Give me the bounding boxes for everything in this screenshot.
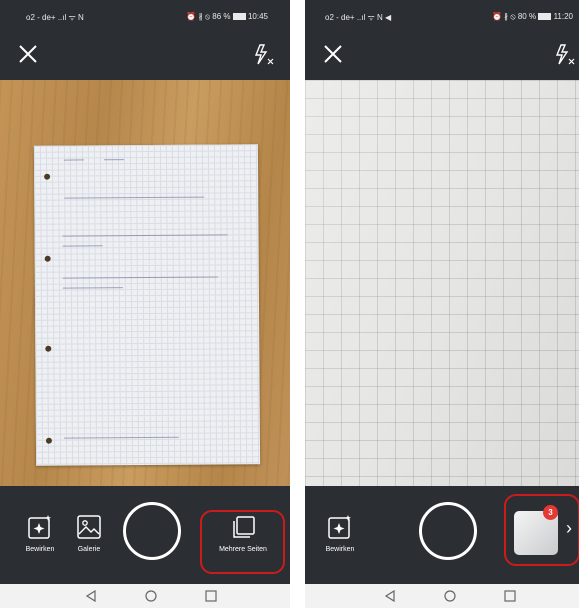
camera-top-bar	[0, 32, 290, 80]
flash-off-button[interactable]	[250, 42, 276, 68]
document-paper	[33, 144, 261, 466]
status-bar: o2 - de+ ..ıl ᯤ N ⏰ ∦ ⦸ 86 % 10:45	[0, 0, 290, 32]
phone-screen-left: o2 - de+ ..ıl ᯤ N ⏰ ∦ ⦸ 86 % 10:45 Bewir…	[0, 0, 290, 608]
punch-hole	[44, 173, 51, 180]
gallery-button[interactable]: Galerie	[64, 514, 114, 553]
clock: 11:20	[553, 12, 573, 21]
phone-screen-right: o2 - de+ ..ıl ᯤ N ◀ ⏰ ∦ ⦸ 80 % 11:20 Bew…	[305, 0, 579, 608]
recents-icon[interactable]	[204, 589, 218, 603]
enhance-button[interactable]: Bewirken	[15, 514, 65, 553]
camera-viewfinder[interactable]	[0, 80, 290, 486]
handwriting-stroke	[62, 287, 123, 289]
punch-hole	[45, 345, 52, 352]
multi-page-label: Mehrere Seiten	[219, 546, 267, 553]
handwriting-stroke	[103, 159, 124, 161]
shutter-button[interactable]	[123, 502, 181, 560]
carrier-label: o2 - de+	[26, 13, 56, 22]
signal-wifi-icons: ..ıl ᯤ N ◀	[356, 13, 392, 22]
enhance-label: Bewirken	[325, 546, 355, 553]
handwriting-stroke	[64, 196, 205, 199]
camera-top-bar	[305, 32, 579, 80]
image-icon	[77, 515, 101, 539]
close-icon	[324, 45, 342, 63]
back-icon[interactable]	[84, 589, 98, 603]
close-icon	[19, 45, 37, 63]
sparkle-icon	[328, 515, 351, 539]
chevron-right-icon[interactable]: ›	[566, 518, 572, 539]
enhance-button[interactable]: Bewirken	[315, 514, 365, 553]
battery-percent: 86 %	[212, 12, 231, 21]
home-icon[interactable]	[144, 589, 158, 603]
status-right: ⏰ ∦ ⦸ 86 % 10:45	[186, 12, 268, 22]
battery-icon	[232, 13, 246, 21]
page-count-badge: 3	[543, 505, 558, 520]
status-bar: o2 - de+ ..ıl ᯤ N ◀ ⏰ ∦ ⦸ 80 % 11:20	[305, 0, 579, 32]
clock: 10:45	[247, 12, 268, 21]
handwriting-stroke	[62, 234, 228, 237]
gallery-label: Galerie	[77, 546, 101, 553]
recents-icon[interactable]	[503, 589, 517, 603]
enhance-label: Bewirken	[25, 546, 55, 553]
handwriting-stroke	[63, 159, 84, 161]
home-icon[interactable]	[443, 589, 457, 603]
shutter-button[interactable]	[419, 502, 477, 560]
flash-off-icon	[254, 44, 274, 65]
pages-stack-icon	[233, 516, 255, 538]
status-left: o2 - de+ ..ıl ᯤ N ◀	[325, 12, 391, 23]
carrier-label: o2 - de+	[325, 13, 355, 22]
flash-off-icon	[555, 44, 575, 65]
close-button[interactable]	[16, 42, 40, 66]
camera-bottom-bar: Bewirken Galerie Mehrere Seiten	[0, 486, 290, 584]
camera-bottom-bar: Bewirken 3 ›	[305, 486, 579, 584]
flash-off-button[interactable]	[551, 42, 577, 68]
battery-icon	[538, 13, 552, 21]
android-nav-bar	[0, 584, 290, 608]
lighting-shade	[305, 80, 579, 486]
android-nav-bar	[305, 584, 579, 608]
status-right: ⏰ ∦ ⦸ 80 % 11:20	[492, 12, 573, 22]
camera-viewfinder[interactable]	[305, 80, 579, 486]
battery-percent: 80 %	[517, 12, 537, 21]
back-icon[interactable]	[383, 589, 397, 603]
multi-page-button[interactable]: Mehrere Seiten	[210, 514, 276, 553]
punch-hole	[45, 437, 52, 444]
status-icons: ⏰ ∦ ⦸	[492, 12, 516, 21]
status-icons: ⏰ ∦ ⦸	[186, 12, 211, 21]
handwriting-stroke	[62, 276, 218, 279]
sparkle-icon	[28, 515, 51, 539]
punch-hole	[44, 255, 51, 262]
close-button[interactable]	[321, 42, 345, 66]
handwriting-stroke	[63, 436, 179, 439]
status-left: o2 - de+ ..ıl ᯤ N	[26, 12, 84, 23]
handwriting-stroke	[62, 245, 103, 247]
signal-wifi-icons: ..ıl ᯤ N	[57, 13, 84, 22]
